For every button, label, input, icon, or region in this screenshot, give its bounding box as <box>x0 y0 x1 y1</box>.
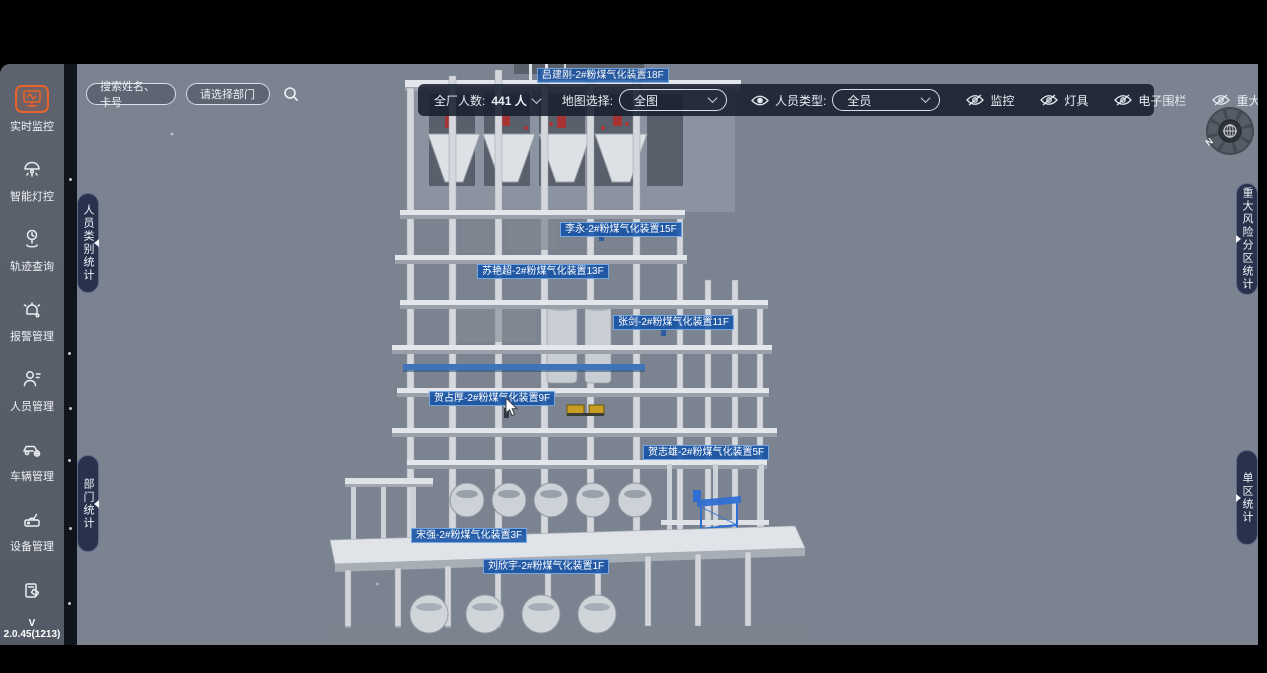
sidebar-item-realtime-monitor[interactable]: 实时监控 <box>0 74 64 144</box>
compass-gizmo[interactable]: N <box>1203 105 1255 157</box>
sidebar-item-label: 设备管理 <box>10 538 54 554</box>
panel-tab-single-zone-stats[interactable]: 单区统计 <box>1236 450 1258 545</box>
sidebar-item-personnel-management[interactable]: 人员管理 <box>0 354 64 424</box>
map-toolbar: 全厂人数: 441 人 地图选择: 全图 人员类型: <box>418 84 1154 116</box>
panel-tab-department-stats[interactable]: 部门统计 <box>77 455 99 552</box>
collapse-arrow-icon <box>94 239 99 247</box>
person-icon <box>15 365 49 393</box>
department-select[interactable]: 请选择部门 <box>186 83 270 105</box>
eye-off-icon <box>1114 93 1132 107</box>
person-type-select[interactable]: 全员 <box>832 89 940 111</box>
alarm-icon <box>15 295 49 323</box>
chevron-down-icon <box>921 93 931 103</box>
person-label[interactable]: 苏艳超-2#粉煤气化装置13F <box>477 264 609 279</box>
sidebar-item-vehicle-management[interactable]: 车辆管理 <box>0 424 64 494</box>
person-label[interactable]: 宋强-2#粉煤气化装置3F <box>411 528 527 543</box>
person-type-group: 人员类型: 全员 <box>751 89 940 111</box>
letterbox-top <box>0 0 1267 64</box>
person-type-label: 人员类型: <box>775 92 826 109</box>
sidebar-item-access-card[interactable] <box>0 564 64 618</box>
sidebar-item-label: 车辆管理 <box>10 468 54 484</box>
panel-tab-person-category-stats[interactable]: 人员类别统计 <box>77 193 99 293</box>
person-label[interactable]: 刘欣宇-2#粉煤气化装置1F <box>483 559 609 574</box>
sidebar-item-label: 人员管理 <box>10 398 54 414</box>
collapse-arrow-icon <box>1236 235 1241 243</box>
monitor-icon <box>15 85 49 113</box>
collapse-arrow-icon <box>94 500 99 508</box>
lamp-icon <box>15 155 49 183</box>
chevron-down-icon <box>708 93 718 103</box>
toggle-electronic-fence[interactable]: 电子围栏 <box>1114 92 1186 109</box>
device-icon <box>15 505 49 533</box>
main-row: 实时监控 智能灯控 轨迹查询 报警管理 <box>0 64 1267 645</box>
map-select-group: 地图选择: 全图 <box>562 89 727 111</box>
viewport-3d[interactable]: 吕建刚-2#粉煤气化装置18F 李永-2#粉煤气化装置15F 苏艳超-2#粉煤气… <box>77 64 1258 645</box>
app-screen: 实时监控 智能灯控 轨迹查询 报警管理 <box>0 0 1267 673</box>
map-select[interactable]: 全图 <box>619 89 727 111</box>
vehicle-icon <box>15 435 49 463</box>
person-label[interactable]: 吕建刚-2#粉煤气化装置18F <box>537 68 669 83</box>
sidebar-item-alarm-management[interactable]: 报警管理 <box>0 284 64 354</box>
sidebar-item-label: 智能灯控 <box>10 188 54 204</box>
toggle-lights[interactable]: 灯具 <box>1040 92 1088 109</box>
sidebar-gutter <box>64 64 77 645</box>
sidebar-item-smart-light[interactable]: 智能灯控 <box>0 144 64 214</box>
plant-3d-model <box>77 64 1258 645</box>
sidebar-item-equipment-management[interactable]: 设备管理 <box>0 494 64 564</box>
person-label[interactable]: 贺志雄-2#粉煤气化装置5F <box>643 445 769 460</box>
person-label[interactable]: 张剑-2#粉煤气化装置11F <box>613 315 734 330</box>
sidebar-item-trajectory-query[interactable]: 轨迹查询 <box>0 214 64 284</box>
search-input[interactable]: 搜索姓名、卡号 <box>86 83 176 105</box>
person-label[interactable]: 贺占厚-2#粉煤气化装置9F <box>429 391 555 406</box>
search-group: 搜索姓名、卡号 请选择部门 <box>86 83 302 105</box>
panel-tab-major-risk-zone-stats[interactable]: 重大风险分区统计 <box>1236 183 1258 295</box>
map-select-label: 地图选择: <box>562 92 613 109</box>
eye-icon[interactable] <box>751 94 769 107</box>
sidebar-item-label: 实时监控 <box>10 118 54 134</box>
person-label[interactable]: 李永-2#粉煤气化装置15F <box>560 222 682 237</box>
total-headcount-value: 441 人 <box>491 92 526 109</box>
collapse-arrow-icon <box>1236 494 1241 502</box>
sidebar-item-label: 报警管理 <box>10 328 54 344</box>
access-card-icon <box>15 577 49 605</box>
sidebar-item-label: 轨迹查询 <box>10 258 54 274</box>
letterbox-bottom <box>0 645 1267 673</box>
trajectory-icon <box>15 225 49 253</box>
eye-off-icon <box>966 93 984 107</box>
app-version: V 2.0.45(1213) <box>0 618 64 640</box>
chevron-down-icon <box>531 94 541 104</box>
letterbox-right <box>1258 64 1267 645</box>
mouse-cursor <box>505 398 519 418</box>
eye-off-icon <box>1040 93 1058 107</box>
toggle-monitor[interactable]: 监控 <box>966 92 1014 109</box>
total-headcount[interactable]: 全厂人数: 441 人 <box>434 92 540 109</box>
total-headcount-label: 全厂人数: <box>434 92 485 109</box>
sidebar: 实时监控 智能灯控 轨迹查询 报警管理 <box>0 64 64 645</box>
search-icon[interactable] <box>280 83 302 105</box>
